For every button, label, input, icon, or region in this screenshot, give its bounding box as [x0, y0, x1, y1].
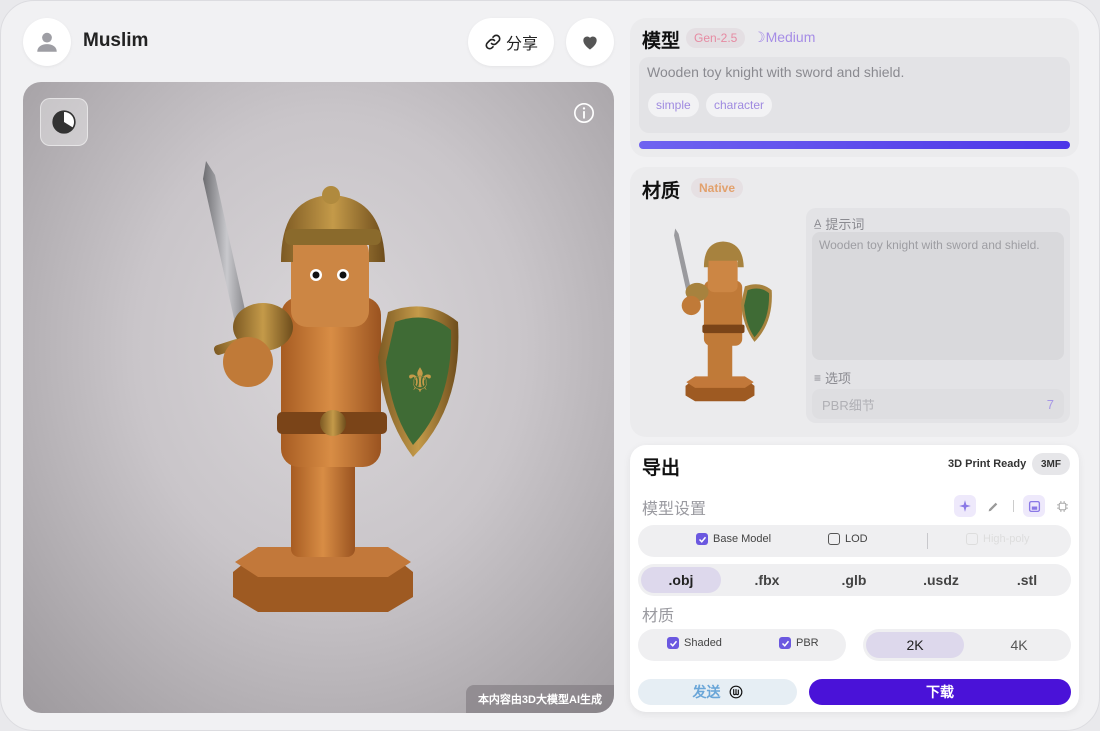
- generation-progress-bar: [639, 141, 1070, 149]
- export-panel-title: 导出: [642, 458, 681, 479]
- print-ready-label: 3D Print Ready: [948, 458, 1027, 470]
- pbr-checkbox[interactable]: PBR: [779, 637, 819, 649]
- export-panel: 导出 3D Print Ready 3MF 模型设置 Base Model LO…: [630, 445, 1079, 712]
- pbr-detail-value: 7: [1046, 396, 1054, 412]
- prompt-label: A̲ 提示词: [814, 217, 865, 232]
- info-icon: [574, 103, 594, 123]
- username: Muslim: [83, 30, 149, 51]
- quality-label[interactable]: ☽Medium: [753, 29, 815, 46]
- checkbox-checked-icon: [696, 533, 708, 545]
- model-options-row: Base Model LOD High-poly: [638, 525, 1071, 557]
- checkbox-checked-icon: [667, 637, 679, 649]
- material-settings: A̲ 提示词 Wooden toy knight with sword and …: [806, 208, 1070, 423]
- material-preview-thumbnail[interactable]: [650, 227, 790, 407]
- format-glb[interactable]: .glb: [814, 567, 894, 593]
- pbr-detail-option[interactable]: PBR细节 7: [812, 389, 1064, 419]
- text-format-icon: A̲: [814, 217, 822, 230]
- tag-simple[interactable]: simple: [648, 93, 699, 117]
- render-mode-button[interactable]: [40, 98, 88, 146]
- format-fbx[interactable]: .fbx: [727, 567, 807, 593]
- model-prompt-text: Wooden toy knight with sword and shield.: [647, 64, 905, 80]
- options-list-icon: ≡: [814, 370, 822, 385]
- lod-checkbox[interactable]: LOD: [828, 533, 868, 545]
- material-options-row: Shaded PBR: [638, 629, 846, 661]
- user-icon: [37, 32, 57, 52]
- resolution-2k[interactable]: 2K: [866, 632, 964, 658]
- model-prompt-box: Wooden toy knight with sword and shield.…: [639, 57, 1070, 133]
- toolbar-divider: [1013, 500, 1014, 512]
- base-model-checkbox[interactable]: Base Model: [696, 533, 771, 545]
- link-icon: [485, 34, 501, 50]
- material-prompt-field[interactable]: Wooden toy knight with sword and shield.: [812, 232, 1064, 360]
- model-viewer[interactable]: ⚜ 本内容由3D大模型AI生成: [23, 82, 614, 713]
- moon-icon: ☽: [753, 29, 766, 45]
- checkbox-disabled-icon: [966, 533, 978, 545]
- checkbox-unchecked-icon: [828, 533, 840, 545]
- app-window: Muslim 分享 ⚜ 本内容由3D大模型AI生成 模型 Gen-2.5 ☽Me…: [0, 0, 1100, 731]
- render-mode-icon: [52, 110, 76, 134]
- high-poly-checkbox: High-poly: [966, 533, 1029, 545]
- save-icon[interactable]: [1023, 495, 1045, 517]
- info-button[interactable]: [573, 102, 595, 124]
- model-version-badge: Gen-2.5: [686, 28, 746, 48]
- material-panel: 材质 Native A̲ 提示词 Wooden toy knight with …: [630, 167, 1079, 437]
- send-button[interactable]: 发送: [638, 679, 797, 705]
- pbr-detail-label: PBR细节: [822, 397, 875, 413]
- share-label: 分享: [505, 36, 538, 53]
- heart-icon: [583, 36, 597, 50]
- avatar[interactable]: [23, 18, 71, 66]
- ai-generated-watermark: 本内容由3D大模型AI生成: [465, 685, 614, 713]
- checkbox-checked-icon: [779, 637, 791, 649]
- format-stl[interactable]: .stl: [987, 567, 1067, 593]
- 3mf-format-button[interactable]: 3MF: [1032, 453, 1070, 475]
- model-panel-title: 模型: [642, 31, 681, 52]
- tag-character[interactable]: character: [706, 93, 773, 117]
- options-divider: [927, 533, 928, 549]
- svg-text:⚜: ⚜: [405, 361, 435, 401]
- favorite-button[interactable]: [566, 18, 614, 66]
- material-native-badge: Native: [691, 178, 744, 198]
- model-settings-label: 模型设置: [642, 501, 707, 518]
- options-label: ≡ 选项: [814, 370, 852, 387]
- shaded-checkbox[interactable]: Shaded: [667, 637, 722, 649]
- share-button[interactable]: 分享: [468, 18, 554, 66]
- resolution-4k[interactable]: 4K: [970, 632, 1068, 658]
- export-material-label: 材质: [642, 608, 675, 625]
- file-format-selector: .obj .fbx .glb .usdz .stl: [638, 564, 1071, 596]
- format-usdz[interactable]: .usdz: [901, 567, 981, 593]
- format-obj[interactable]: .obj: [641, 567, 721, 593]
- model-panel: 模型 Gen-2.5 ☽Medium Wooden toy knight wit…: [630, 18, 1079, 157]
- texture-resolution-selector: 2K 4K: [863, 629, 1071, 661]
- material-panel-title: 材质: [642, 181, 681, 202]
- model-settings-toolbar: [954, 495, 1073, 517]
- knight-model-render: ⚜: [203, 161, 459, 612]
- unreal-engine-icon: [729, 685, 742, 699]
- sparkle-icon[interactable]: [954, 495, 976, 517]
- chip-icon[interactable]: [1051, 495, 1073, 517]
- pen-icon[interactable]: [982, 495, 1004, 517]
- download-button[interactable]: 下载: [809, 679, 1071, 705]
